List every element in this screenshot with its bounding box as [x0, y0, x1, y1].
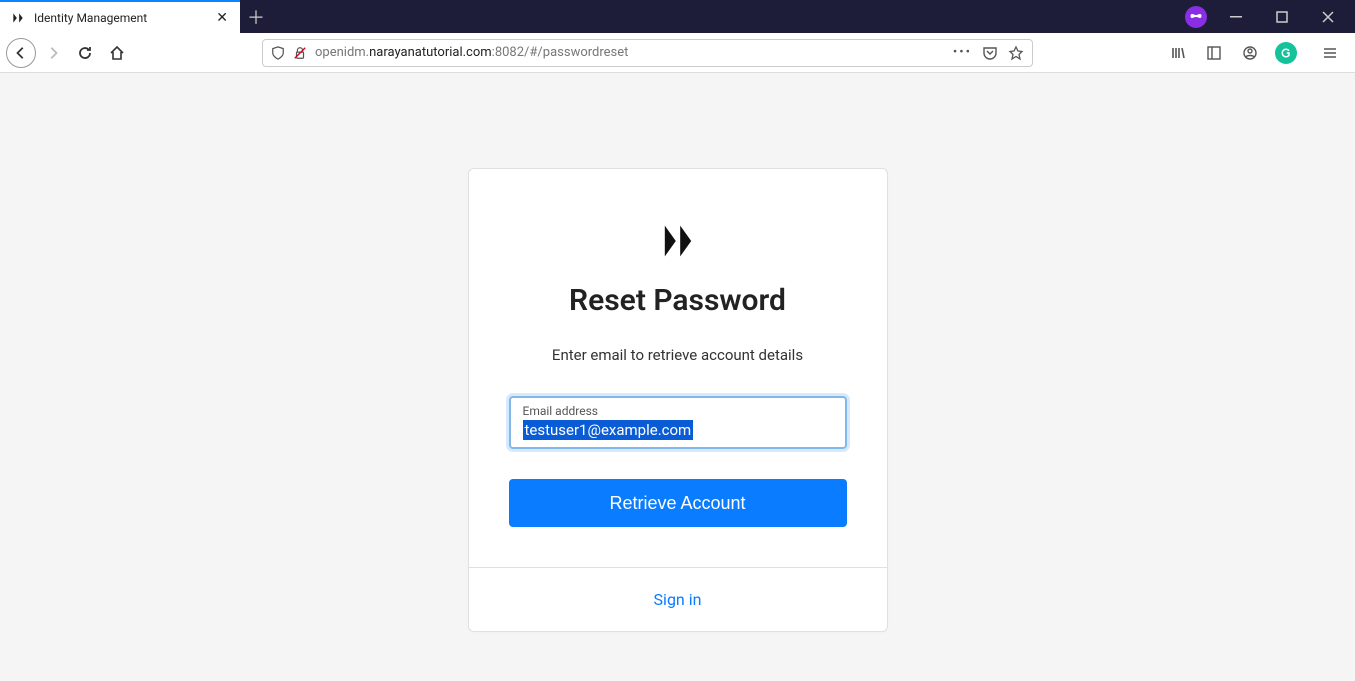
home-button[interactable] [102, 38, 132, 68]
forward-button [38, 38, 68, 68]
pocket-icon[interactable] [982, 45, 998, 61]
minimize-button[interactable] [1219, 0, 1253, 33]
account-icon[interactable] [1235, 38, 1265, 68]
reload-button[interactable] [70, 38, 100, 68]
sidebar-icon[interactable] [1199, 38, 1229, 68]
page-actions-icon[interactable]: ••• [953, 45, 972, 60]
address-bar[interactable]: openidm.narayanatutorial.com:8082/#/pass… [262, 39, 1033, 67]
menu-icon[interactable] [1315, 38, 1345, 68]
tab-title: Identity Management [34, 11, 206, 25]
email-value: testuser1@example.com [523, 420, 694, 440]
sign-in-link[interactable]: Sign in [654, 590, 702, 609]
forgerock-logo-icon [656, 219, 700, 263]
nav-toolbar: openidm.narayanatutorial.com:8082/#/pass… [0, 33, 1355, 73]
library-icon[interactable] [1163, 38, 1193, 68]
email-field[interactable]: Email address testuser1@example.com [509, 396, 847, 449]
tab-close-icon[interactable]: ✕ [214, 10, 230, 26]
back-button[interactable] [6, 38, 36, 68]
reset-password-card: Reset Password Enter email to retrieve a… [468, 168, 888, 632]
bookmark-icon[interactable] [1008, 45, 1024, 61]
retrieve-account-button[interactable]: Retrieve Account [509, 479, 847, 527]
page-content: Reset Password Enter email to retrieve a… [0, 73, 1355, 681]
close-window-button[interactable] [1311, 0, 1345, 33]
maximize-button[interactable] [1265, 0, 1299, 33]
tab-strip: Identity Management ✕ ＋ [0, 0, 272, 33]
shield-icon[interactable] [271, 46, 285, 60]
browser-titlebar: Identity Management ✕ ＋ [0, 0, 1355, 33]
page-subtitle: Enter email to retrieve account details [552, 346, 803, 364]
tab-favicon-icon [10, 10, 26, 26]
page-title: Reset Password [569, 283, 786, 318]
private-mode-icon [1185, 6, 1207, 28]
lock-slash-icon[interactable] [293, 46, 307, 60]
new-tab-button[interactable]: ＋ [240, 0, 272, 33]
email-label: Email address [523, 404, 833, 418]
browser-tab[interactable]: Identity Management ✕ [0, 0, 240, 33]
url-text: openidm.narayanatutorial.com:8082/#/pass… [315, 45, 945, 60]
grammarly-icon[interactable] [1271, 38, 1301, 68]
card-footer: Sign in [469, 567, 887, 631]
window-controls [1185, 0, 1355, 33]
